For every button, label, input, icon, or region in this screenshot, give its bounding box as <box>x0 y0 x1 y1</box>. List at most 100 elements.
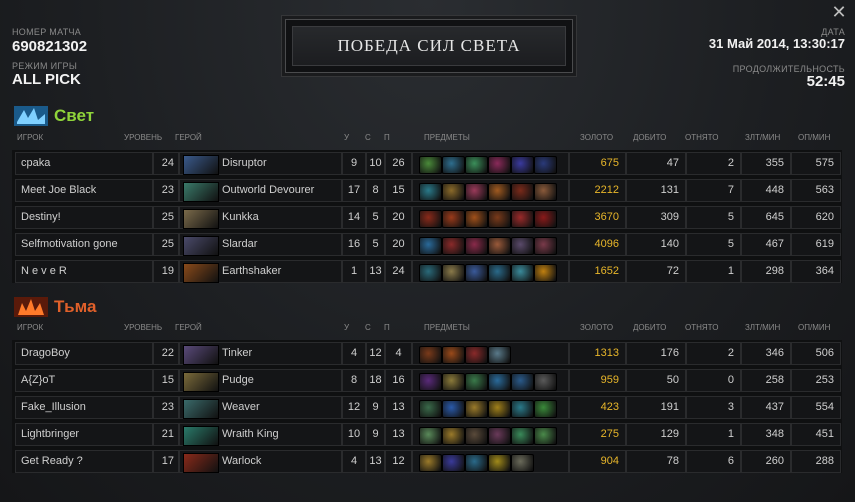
item-icon[interactable] <box>465 454 488 472</box>
player-row[interactable]: Meet Joe Black 23 Outworld Devourer 17 8 15 22… <box>12 179 842 202</box>
player-name[interactable]: A{Z}oT <box>15 369 153 392</box>
item-icon[interactable] <box>465 264 488 282</box>
player-row[interactable]: Fake_Illusion 23 Weaver 12 9 13 423 191 3 437 554 <box>12 396 842 419</box>
item-icon[interactable] <box>511 264 534 282</box>
column-header-last-hits[interactable]: ДОБИТО <box>633 323 666 332</box>
item-icon[interactable] <box>465 346 488 364</box>
hero-portrait[interactable] <box>183 155 219 175</box>
player-name[interactable]: Destiny! <box>15 206 153 229</box>
item-icon[interactable] <box>488 237 511 255</box>
item-icon[interactable] <box>419 183 442 201</box>
player-row[interactable]: N e v e R 19 Earthshaker 1 13 24 1652 72 1 298 364 <box>12 260 842 283</box>
player-row[interactable]: Selfmotivation gone 25 Slardar 16 5 20 4096 140… <box>12 233 842 256</box>
item-icon[interactable] <box>442 237 465 255</box>
hero-portrait[interactable] <box>183 426 219 446</box>
item-icon[interactable] <box>465 427 488 445</box>
column-header-player[interactable]: ИГРОК <box>17 323 43 332</box>
column-header-gold[interactable]: ЗОЛОТО <box>580 323 613 332</box>
column-header-xpm[interactable]: ОП/МИН <box>798 133 830 142</box>
item-icon[interactable] <box>419 264 442 282</box>
column-header-items[interactable]: ПРЕДМЕТЫ <box>424 133 470 142</box>
player-row[interactable]: A{Z}oT 15 Pudge 8 18 16 959 50 0 258 253 <box>12 369 842 392</box>
item-icon[interactable] <box>419 454 442 472</box>
item-icon[interactable] <box>534 400 557 418</box>
item-icon[interactable] <box>488 264 511 282</box>
column-header-level[interactable]: УРОВЕНЬ <box>124 323 162 332</box>
item-icon[interactable] <box>465 400 488 418</box>
item-icon[interactable] <box>534 264 557 282</box>
hero-portrait[interactable] <box>183 399 219 419</box>
item-icon[interactable] <box>488 454 511 472</box>
item-icon[interactable] <box>442 427 465 445</box>
column-header-gold[interactable]: ЗОЛОТО <box>580 133 613 142</box>
column-header-deaths[interactable]: С <box>365 323 371 332</box>
item-icon[interactable] <box>511 183 534 201</box>
player-row[interactable]: Destiny! 25 Kunkka 14 5 20 3670 309 5 645 620 <box>12 206 842 229</box>
item-icon[interactable] <box>511 427 534 445</box>
column-header-last-hits[interactable]: ДОБИТО <box>633 133 666 142</box>
item-icon[interactable] <box>511 210 534 228</box>
item-icon[interactable] <box>442 210 465 228</box>
hero-portrait[interactable] <box>183 182 219 202</box>
player-name[interactable]: Lightbringer <box>15 423 153 446</box>
column-header-level[interactable]: УРОВЕНЬ <box>124 133 162 142</box>
player-hero[interactable]: Disruptor <box>179 152 342 175</box>
player-name[interactable]: DragoBoy <box>15 342 153 365</box>
item-icon[interactable] <box>511 237 534 255</box>
item-icon[interactable] <box>534 427 557 445</box>
item-icon[interactable] <box>419 156 442 174</box>
item-icon[interactable] <box>442 156 465 174</box>
player-hero[interactable]: Earthshaker <box>179 260 342 283</box>
player-hero[interactable]: Wraith King <box>179 423 342 446</box>
column-header-deaths[interactable]: С <box>365 133 371 142</box>
item-icon[interactable] <box>442 400 465 418</box>
hero-portrait[interactable] <box>183 236 219 256</box>
item-icon[interactable] <box>419 373 442 391</box>
item-icon[interactable] <box>442 454 465 472</box>
column-header-denies[interactable]: ОТНЯТО <box>685 323 718 332</box>
item-icon[interactable] <box>534 183 557 201</box>
item-icon[interactable] <box>465 373 488 391</box>
item-icon[interactable] <box>442 264 465 282</box>
column-header-hero[interactable]: ГЕРОЙ <box>175 133 202 142</box>
item-icon[interactable] <box>465 210 488 228</box>
item-icon[interactable] <box>534 373 557 391</box>
item-icon[interactable] <box>511 156 534 174</box>
column-header-gpm[interactable]: ЗЛТ/МИН <box>745 133 780 142</box>
item-icon[interactable] <box>419 237 442 255</box>
player-hero[interactable]: Warlock <box>179 450 342 473</box>
item-icon[interactable] <box>534 156 557 174</box>
player-name[interactable]: Fake_Illusion <box>15 396 153 419</box>
item-icon[interactable] <box>534 210 557 228</box>
player-name[interactable]: Selfmotivation gone <box>15 233 153 256</box>
item-icon[interactable] <box>419 346 442 364</box>
item-icon[interactable] <box>488 156 511 174</box>
player-hero[interactable]: Kunkka <box>179 206 342 229</box>
hero-portrait[interactable] <box>183 453 219 473</box>
player-hero[interactable]: Pudge <box>179 369 342 392</box>
close-icon[interactable]: ✕ <box>831 3 847 21</box>
player-row[interactable]: Lightbringer 21 Wraith King 10 9 13 275 129 1 348… <box>12 423 842 446</box>
player-hero[interactable]: Tinker <box>179 342 342 365</box>
column-header-items[interactable]: ПРЕДМЕТЫ <box>424 323 470 332</box>
item-icon[interactable] <box>419 210 442 228</box>
player-name[interactable]: Meet Joe Black <box>15 179 153 202</box>
hero-portrait[interactable] <box>183 372 219 392</box>
player-hero[interactable]: Outworld Devourer <box>179 179 342 202</box>
player-row[interactable]: DragoBoy 22 Tinker 4 12 4 1313 176 2 346 506 <box>12 342 842 365</box>
item-icon[interactable] <box>419 427 442 445</box>
item-icon[interactable] <box>442 373 465 391</box>
column-header-kills[interactable]: У <box>344 133 349 142</box>
item-icon[interactable] <box>488 210 511 228</box>
item-icon[interactable] <box>442 346 465 364</box>
column-header-assists[interactable]: П <box>384 133 390 142</box>
hero-portrait[interactable] <box>183 263 219 283</box>
player-name[interactable]: cpaka <box>15 152 153 175</box>
item-icon[interactable] <box>488 346 511 364</box>
column-header-kills[interactable]: У <box>344 323 349 332</box>
item-icon[interactable] <box>534 237 557 255</box>
hero-portrait[interactable] <box>183 345 219 365</box>
hero-portrait[interactable] <box>183 209 219 229</box>
column-header-denies[interactable]: ОТНЯТО <box>685 133 718 142</box>
player-row[interactable]: cpaka 24 Disruptor 9 10 26 675 47 2 355 575 <box>12 152 842 175</box>
